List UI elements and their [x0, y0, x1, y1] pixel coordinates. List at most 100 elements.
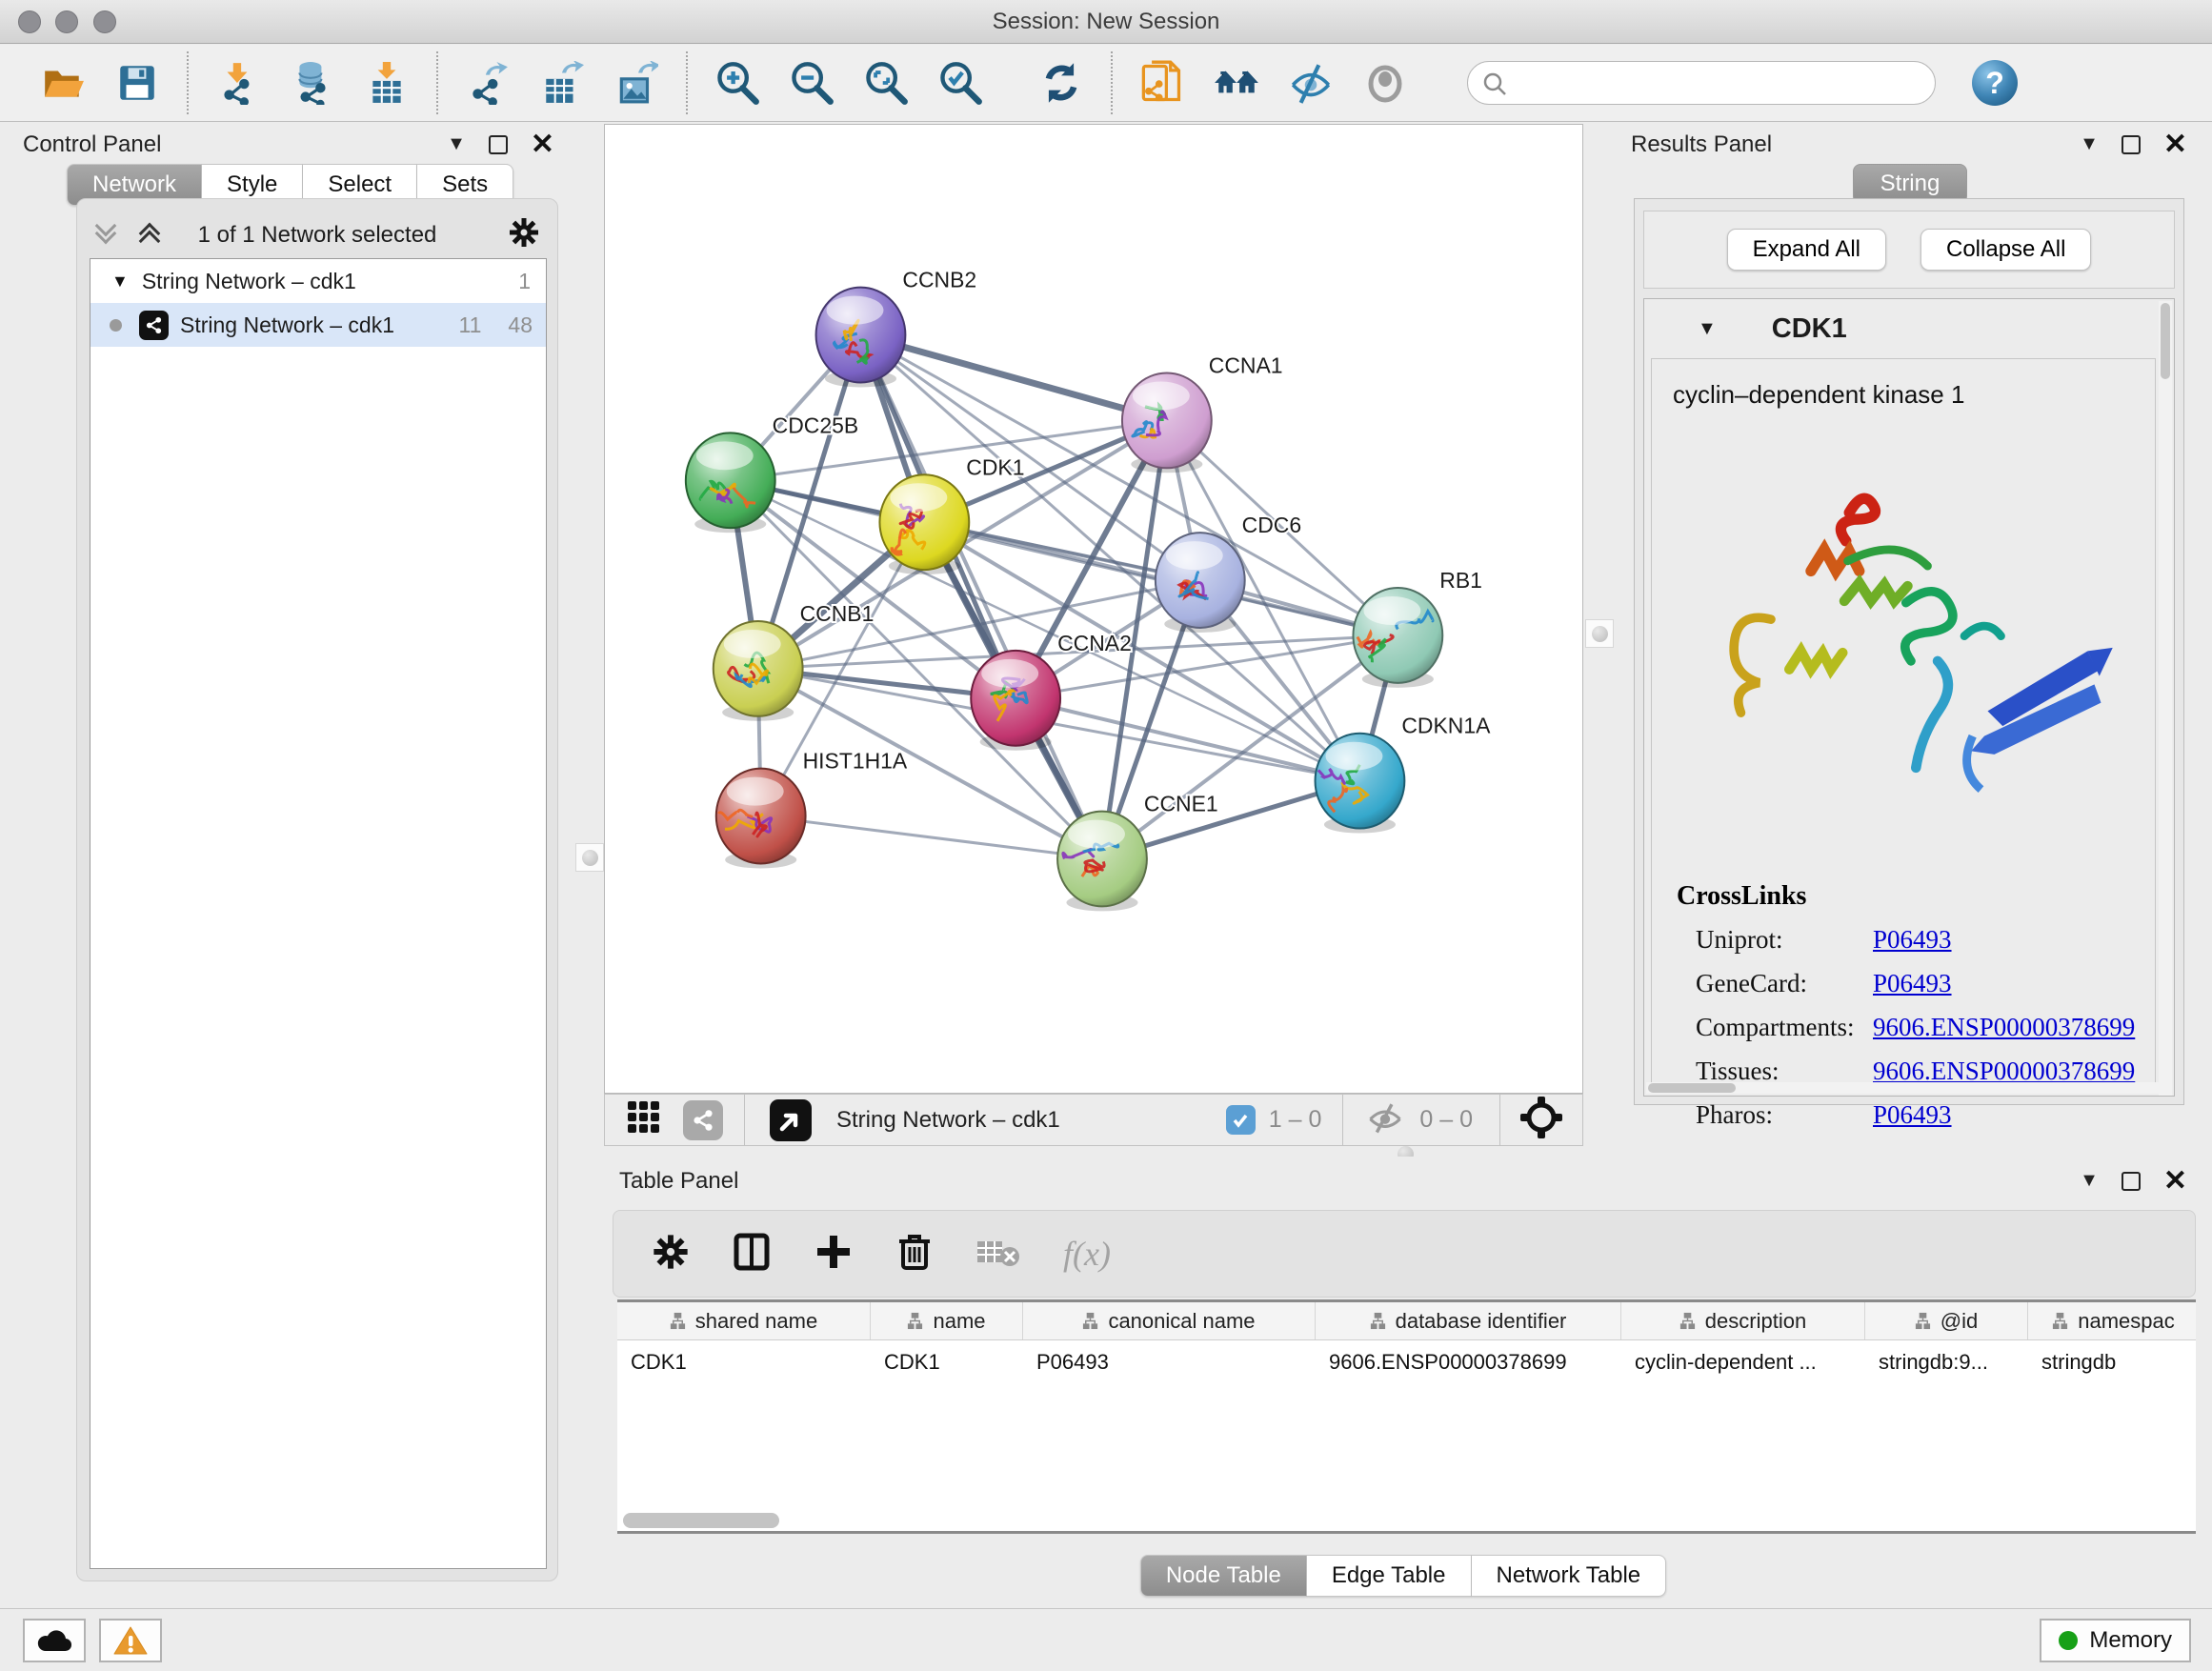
add-column-icon[interactable] — [814, 1232, 854, 1277]
network-collection-row[interactable]: ▼ String Network – cdk1 1 — [90, 259, 546, 303]
home-icon[interactable] — [1212, 58, 1261, 108]
graph-node-CCNA2[interactable] — [971, 651, 1060, 746]
table-options-gear-icon[interactable] — [652, 1233, 690, 1276]
panel-menu-icon[interactable]: ▼ — [447, 133, 466, 155]
graph-node-HIST1H1A[interactable] — [716, 769, 806, 864]
network-graph[interactable]: CCNB2CCNA1CDC25BCDK1CDC6RB1CCNB1CCNA2CDK… — [605, 125, 1582, 1093]
column-header-shared-name[interactable]: shared name — [617, 1302, 871, 1339]
tab-node-table[interactable]: Node Table — [1140, 1555, 1307, 1597]
cloud-button[interactable] — [23, 1619, 86, 1662]
network-canvas[interactable]: CCNB2CCNA1CDC25BCDK1CDC6RB1CCNB1CCNA2CDK… — [604, 124, 1583, 1094]
column-header-description[interactable]: description — [1621, 1302, 1865, 1339]
search-input[interactable] — [1467, 61, 1936, 105]
network-list: ▼ String Network – cdk1 1 String Network… — [90, 258, 547, 1569]
search-icon — [1482, 71, 1507, 101]
network-status-dot — [110, 319, 122, 332]
graph-node-CCNA1[interactable] — [1122, 372, 1212, 468]
collapse-gene-icon[interactable]: ▼ — [1698, 318, 1717, 340]
crosslink-link[interactable]: 9606.ENSP00000378699 — [1873, 1013, 2135, 1041]
zoom-selected-icon[interactable] — [935, 58, 985, 108]
column-header-@id[interactable]: @id — [1865, 1302, 2028, 1339]
column-header-namespac[interactable]: namespac — [2028, 1302, 2196, 1339]
left-splitter-handle[interactable] — [575, 843, 604, 872]
table-cell[interactable]: CDK1 — [617, 1340, 871, 1384]
table-cell[interactable]: cyclin-dependent ... — [1621, 1340, 1865, 1384]
graph-node-CDK1[interactable] — [879, 474, 969, 570]
crosslink-label: GeneCard: — [1696, 969, 1873, 998]
table-body[interactable]: CDK1CDK1P064939606.ENSP00000378699cyclin… — [617, 1340, 2196, 1384]
export-network-icon[interactable] — [463, 58, 513, 108]
expand-all-button[interactable]: Expand All — [1727, 229, 1886, 271]
search-field[interactable] — [1467, 61, 1936, 105]
tab-network-table[interactable]: Network Table — [1472, 1555, 1667, 1597]
graph-node-CDKN1A[interactable] — [1316, 734, 1405, 829]
float-panel-icon[interactable] — [2122, 1172, 2141, 1191]
float-panel-icon[interactable] — [489, 135, 508, 154]
horizontal-scrollbar[interactable] — [1646, 1082, 2161, 1094]
close-panel-icon[interactable]: ✕ — [2163, 1172, 2187, 1191]
hidden-eye-icon[interactable] — [1364, 1099, 1406, 1140]
export-image-icon[interactable] — [612, 58, 661, 108]
gene-name: CDK1 — [1772, 313, 1847, 345]
import-network-database-icon[interactable] — [288, 58, 337, 108]
zoom-fit-icon[interactable] — [861, 58, 911, 108]
panel-menu-icon[interactable]: ▼ — [2080, 133, 2099, 155]
table-row[interactable]: CDK1CDK1P064939606.ENSP00000378699cyclin… — [617, 1340, 2196, 1384]
network-options-gear-icon[interactable] — [508, 216, 540, 253]
crosshair-icon[interactable] — [1519, 1096, 1563, 1144]
hide-details-eye-icon[interactable] — [1286, 58, 1336, 108]
node-table[interactable]: shared namenamecanonical namedatabase id… — [617, 1299, 2196, 1534]
close-panel-icon[interactable]: ✕ — [2163, 135, 2187, 154]
birdseye-view-icon[interactable] — [770, 1099, 812, 1141]
grid-view-icon[interactable] — [626, 1099, 662, 1140]
table-cell[interactable]: stringdb — [2028, 1340, 2196, 1384]
graph-node-CDC6[interactable] — [1156, 533, 1245, 628]
share-document-icon[interactable] — [1137, 58, 1187, 108]
save-session-icon[interactable] — [112, 58, 162, 108]
crosslink-link[interactable]: P06493 — [1873, 969, 1952, 997]
panel-menu-icon[interactable]: ▼ — [2080, 1170, 2099, 1192]
show-columns-icon[interactable] — [732, 1232, 772, 1277]
vertical-scrollbar[interactable] — [2159, 301, 2172, 1096]
column-header-canonical-name[interactable]: canonical name — [1023, 1302, 1316, 1339]
gene-header[interactable]: ▼ CDK1 — [1644, 299, 2174, 358]
function-builder-icon: f(x) — [1063, 1234, 1111, 1274]
close-panel-icon[interactable]: ✕ — [531, 135, 554, 154]
open-session-icon[interactable] — [38, 58, 88, 108]
table-cell[interactable]: 9606.ENSP00000378699 — [1316, 1340, 1621, 1384]
zoom-in-icon[interactable] — [713, 58, 762, 108]
tab-edge-table[interactable]: Edge Table — [1307, 1555, 1472, 1597]
refresh-icon[interactable] — [1036, 58, 1086, 108]
tree-expand-icon[interactable]: ▼ — [111, 272, 129, 292]
import-network-file-icon[interactable] — [213, 58, 263, 108]
network-row[interactable]: String Network – cdk1 11 48 — [90, 303, 546, 347]
warning-button[interactable] — [99, 1619, 162, 1662]
table-cell[interactable]: CDK1 — [871, 1340, 1023, 1384]
column-header-name[interactable]: name — [871, 1302, 1023, 1339]
column-header-database-identifier[interactable]: database identifier — [1316, 1302, 1621, 1339]
memory-button[interactable]: Memory — [2040, 1619, 2191, 1662]
import-table-file-icon[interactable] — [362, 58, 412, 108]
export-table-icon[interactable] — [537, 58, 587, 108]
delete-table-icon — [975, 1236, 1021, 1273]
zoom-out-icon[interactable] — [787, 58, 836, 108]
table-cell[interactable]: P06493 — [1023, 1340, 1316, 1384]
table-cell[interactable]: stringdb:9... — [1865, 1340, 2028, 1384]
table-header-row[interactable]: shared namenamecanonical namedatabase id… — [617, 1302, 2196, 1340]
crosslink-link[interactable]: 9606.ENSP00000378699 — [1873, 1057, 2135, 1085]
graph-node-CDC25B[interactable] — [686, 433, 775, 528]
delete-column-icon[interactable] — [895, 1232, 934, 1277]
graph-node-RB1[interactable] — [1353, 588, 1442, 683]
graph-node-CCNE1[interactable] — [1057, 812, 1147, 907]
crosslink-link[interactable]: P06493 — [1873, 1100, 1952, 1129]
float-panel-icon[interactable] — [2122, 135, 2141, 154]
graph-node-CCNB1[interactable] — [714, 621, 803, 716]
crosslink-row: Uniprot:P06493 — [1696, 925, 1952, 955]
right-splitter-handle[interactable] — [1585, 619, 1614, 648]
collapse-all-button[interactable]: Collapse All — [1920, 229, 2091, 271]
help-icon[interactable]: ? — [1970, 58, 2020, 108]
selected-nodes-checkbox[interactable] — [1226, 1105, 1256, 1135]
crosslink-link[interactable]: P06493 — [1873, 925, 1952, 954]
graph-node-CCNB2[interactable] — [816, 288, 906, 383]
network-share-view-icon[interactable] — [683, 1100, 723, 1140]
